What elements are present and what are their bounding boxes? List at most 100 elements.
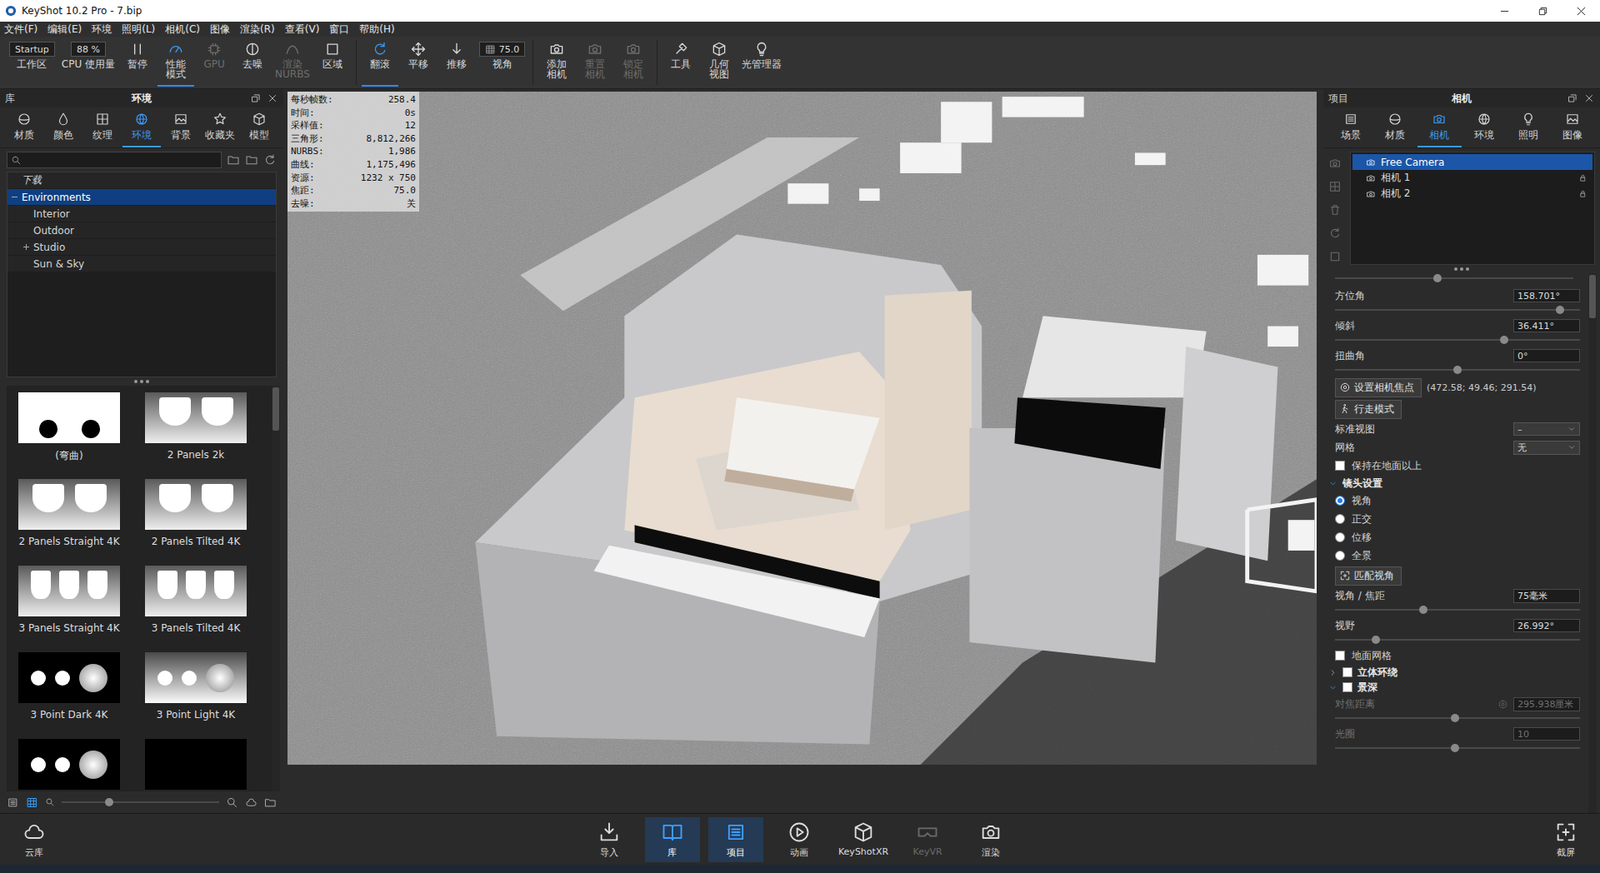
menu-item[interactable]: 帮助(H): [358, 22, 395, 37]
camera-icon[interactable]: [1328, 156, 1342, 170]
render-viewport[interactable]: 每秒帧数:258.4时间:0s采样值:12三角形:8,812,266NURBS:…: [287, 91, 1317, 765]
menu-item[interactable]: 照明(L): [120, 22, 156, 37]
scrollbar[interactable]: [1588, 273, 1597, 814]
close-button[interactable]: [1561, 0, 1600, 22]
lens-slider[interactable]: [1335, 605, 1580, 615]
tool-button[interactable]: 重置 相机: [576, 38, 614, 87]
walk-mode-button[interactable]: 行走模式: [1335, 400, 1402, 420]
cloud-icon[interactable]: [245, 796, 258, 810]
value-field[interactable]: 75毫米: [1513, 589, 1580, 604]
tumble-icon[interactable]: [1328, 226, 1342, 240]
trash-icon[interactable]: [1328, 203, 1342, 217]
menu-item[interactable]: 相机(C): [164, 22, 201, 37]
menu-item[interactable]: 环境: [90, 22, 113, 37]
expand-toggle-icon[interactable]: [10, 193, 19, 201]
environment-thumbnail[interactable]: [18, 739, 120, 792]
value-field[interactable]: 158.701°: [1513, 289, 1580, 303]
bottom-bar-button[interactable]: 项目: [708, 817, 764, 863]
angle-slider[interactable]: [1335, 305, 1580, 315]
tool-button[interactable]: 区域: [314, 38, 351, 87]
lens-radio[interactable]: 正交: [1335, 510, 1580, 529]
tool-button[interactable]: 平移: [400, 38, 437, 87]
menu-item[interactable]: 窗口: [328, 22, 350, 37]
lens-slider[interactable]: [1335, 635, 1580, 645]
library-tab[interactable]: 背景: [160, 107, 200, 148]
bottom-bar-button[interactable]: 动画: [771, 817, 827, 863]
bottom-bar-button[interactable]: KeyVR: [900, 817, 955, 863]
library-tab[interactable]: 模型: [239, 107, 279, 148]
match-view-button[interactable]: 匹配视角: [1335, 566, 1402, 586]
library-tab[interactable]: 环境: [122, 107, 162, 148]
ground-grid-checkbox[interactable]: 地面网格: [1335, 646, 1580, 665]
dropdown[interactable]: 无: [1513, 440, 1580, 455]
lens-radio[interactable]: 视角: [1335, 491, 1580, 510]
close-icon[interactable]: [266, 92, 279, 105]
lens-radio[interactable]: 位移: [1335, 528, 1580, 547]
folder-icon[interactable]: [245, 153, 259, 167]
close-icon[interactable]: [1583, 92, 1595, 105]
set-focus-button[interactable]: 设置相机焦点: [1335, 378, 1422, 398]
bottom-bar-button[interactable]: KeyShotXR: [835, 817, 892, 863]
dof-slider[interactable]: [1335, 713, 1580, 724]
library-tab[interactable]: 纹理: [83, 107, 123, 148]
expand-toggle-icon[interactable]: [22, 243, 30, 251]
tree-item[interactable]: Outdoor: [7, 222, 276, 240]
tool-field[interactable]: 75.0: [479, 41, 526, 57]
bottom-bar-button[interactable]: 库: [645, 817, 700, 863]
section-checkbox[interactable]: [1342, 667, 1353, 678]
keep-above-ground-checkbox[interactable]: 保持在地面以上: [1335, 456, 1580, 475]
splitter-handle[interactable]: [1323, 265, 1600, 274]
folder-icon[interactable]: [226, 153, 240, 167]
environment-thumbnail[interactable]: (弯曲): [18, 392, 120, 476]
environment-thumbnail[interactable]: [145, 739, 247, 792]
screenshot-button[interactable]: 截屏: [1538, 817, 1594, 863]
camera-item[interactable]: Free Camera: [1352, 154, 1593, 170]
tool-button[interactable]: 88 %CPU 使用量: [59, 38, 118, 87]
section-checkbox[interactable]: [1342, 682, 1353, 693]
tree-item[interactable]: Interior: [7, 205, 276, 223]
environment-thumbnail[interactable]: 2 Panels 2k: [145, 392, 247, 476]
library-tab[interactable]: 收藏夹: [200, 107, 240, 148]
cloud-library-button[interactable]: 云库: [6, 817, 62, 863]
library-tab[interactable]: 颜色: [44, 107, 84, 148]
dof-slider[interactable]: [1335, 743, 1580, 754]
environment-thumbnail[interactable]: 3 Panels Tilted 4K: [145, 565, 247, 650]
tool-field[interactable]: Startup: [9, 41, 55, 57]
thumbnail-size-slider[interactable]: [61, 797, 220, 808]
tree-item[interactable]: Studio: [7, 239, 276, 256]
project-tab[interactable]: 环境: [1461, 107, 1506, 148]
angle-slider[interactable]: [1335, 365, 1580, 375]
library-tab[interactable]: 材质: [5, 107, 45, 148]
tool-button[interactable]: 75.0视角: [476, 38, 529, 87]
tool-field[interactable]: 88 %: [70, 41, 106, 57]
project-tab[interactable]: 图像: [1550, 107, 1595, 148]
value-field[interactable]: 0°: [1513, 349, 1580, 363]
tumble-icon[interactable]: [263, 153, 277, 167]
angle-slider[interactable]: [1335, 335, 1580, 345]
search-icon[interactable]: [45, 797, 55, 808]
popout-icon[interactable]: [1566, 92, 1579, 105]
bottom-bar-button[interactable]: 渲染: [963, 817, 1019, 863]
tool-button[interactable]: 去噪: [234, 38, 271, 87]
lens-section-header[interactable]: 镜头设置: [1328, 475, 1580, 492]
value-field[interactable]: 295.938厘米: [1513, 697, 1580, 712]
project-tab[interactable]: 场景: [1328, 107, 1373, 148]
environment-thumbnail[interactable]: 2 Panels Tilted 4K: [145, 479, 247, 563]
search-icon[interactable]: [225, 796, 239, 810]
tool-button[interactable]: 工具: [662, 38, 700, 87]
tool-button[interactable]: 几何 视图: [700, 38, 738, 87]
tool-button[interactable]: Startup工作区: [6, 38, 58, 87]
tool-button[interactable]: 推移: [438, 38, 475, 87]
tool-button[interactable]: 锁定 相机: [615, 38, 652, 87]
popout-icon[interactable]: [250, 92, 262, 105]
tool-button[interactable]: 性能 模式: [157, 38, 195, 87]
minimize-button[interactable]: [1485, 0, 1524, 22]
menu-item[interactable]: 文件(F): [3, 22, 39, 37]
section-header[interactable]: 立体环绕: [1328, 665, 1580, 680]
project-tab[interactable]: 照明: [1505, 107, 1550, 148]
environment-thumbnail[interactable]: 3 Panels Straight 4K: [18, 565, 120, 650]
grid-icon[interactable]: [25, 796, 39, 810]
camera-item[interactable]: 相机 1: [1352, 170, 1593, 186]
menu-item[interactable]: 图像: [209, 22, 231, 37]
splitter-handle[interactable]: [0, 377, 284, 386]
